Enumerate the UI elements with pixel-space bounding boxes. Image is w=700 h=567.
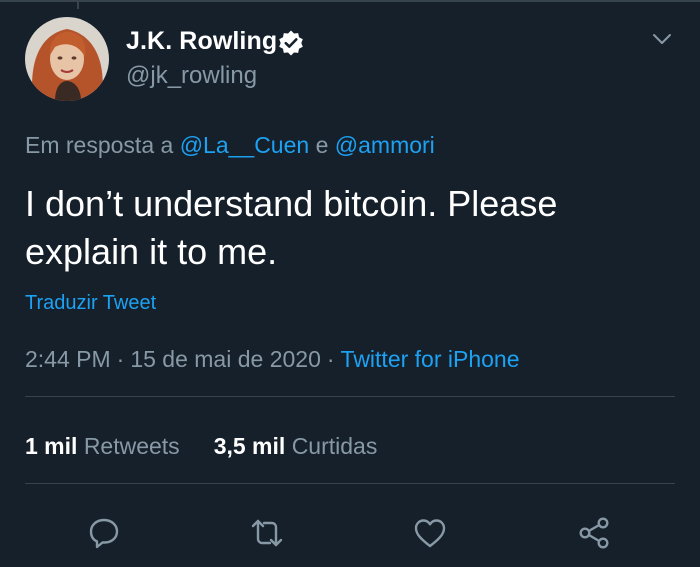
mention-link[interactable]: @ammori [335,132,435,158]
reply-context: Em resposta a @La__Cuen e @ammori [25,132,435,159]
author-display-name[interactable]: J.K. Rowling [126,27,277,56]
top-divider [0,0,700,2]
tweet-meta: 2:44 PM · 15 de mai de 2020 · Twitter for iP… [25,346,520,373]
retweets-count: 1 mil [25,433,78,459]
meta-separator: · [116,346,125,372]
tweet-text: I don’t understand bitcoin. Please expla… [25,183,558,272]
reply-prefix: Em resposta a [25,132,174,158]
retweets-stat[interactable]: 1 mil Retweets [25,433,180,459]
retweet-icon[interactable] [249,515,285,551]
retweets-label: Retweets [83,433,180,459]
heart-icon[interactable] [412,515,448,551]
mention-link[interactable]: @La__Cuen [180,132,310,158]
avatar[interactable] [25,17,109,101]
likes-count: 3,5 mil [213,433,286,459]
engagement-stats: 1 mil Retweets 3,5 mil Curtidas [25,433,377,460]
translate-tweet-link[interactable]: Traduzir Tweet [25,292,156,315]
divider [25,483,675,484]
verified-badge-icon [277,29,305,57]
divider [25,396,675,397]
tweet-date[interactable]: 15 de mai de 2020 [130,346,321,372]
thread-connector [77,0,79,9]
author-handle[interactable]: @jk_rowling [126,62,257,90]
meta-separator: · [326,346,335,372]
tweet-time[interactable]: 2:44 PM [25,346,111,372]
likes-label: Curtidas [291,433,378,459]
reply-joiner: e [315,132,329,158]
chevron-down-icon[interactable] [650,30,674,48]
tweet-source-link[interactable]: Twitter for iPhone [341,346,520,372]
share-icon[interactable] [576,515,612,551]
reply-icon[interactable] [86,515,122,551]
likes-stat[interactable]: 3,5 mil Curtidas [214,433,378,459]
